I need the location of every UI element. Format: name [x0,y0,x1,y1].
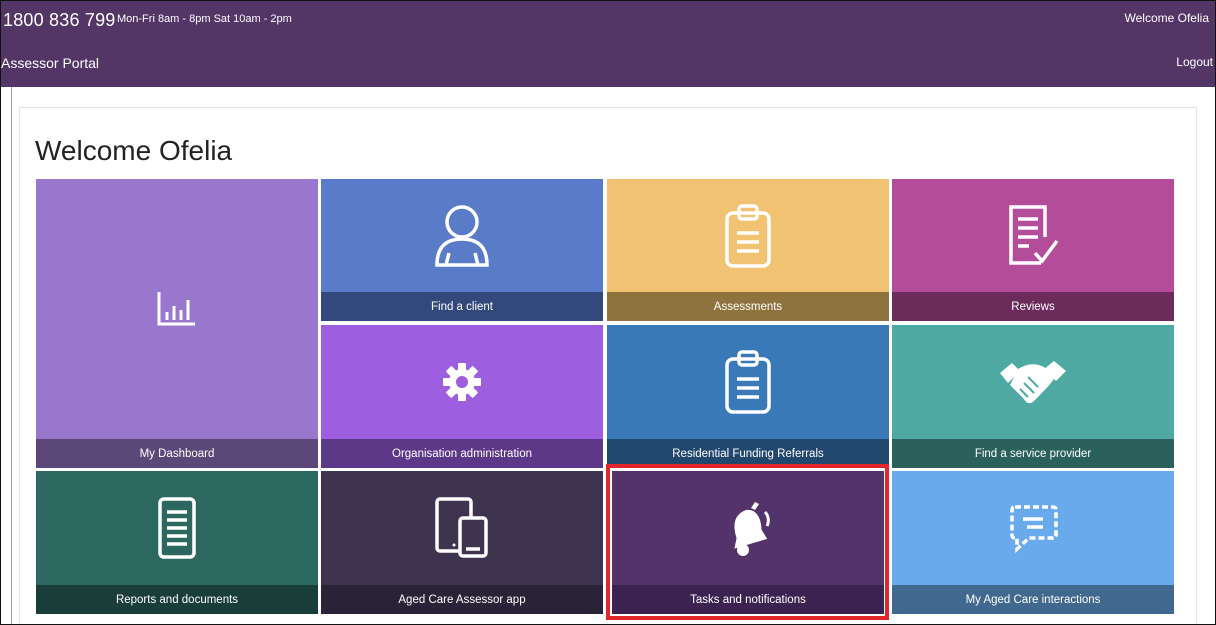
tile-label: Reviews [892,292,1174,321]
tile-label: Residential Funding Referrals [607,439,889,468]
tile-aged-care-assessor-app[interactable]: Aged Care Assessor app [321,471,603,614]
chat-bubble-icon [892,471,1174,585]
tile-organisation-administration[interactable]: Organisation administration [321,325,603,468]
tile-label: Aged Care Assessor app [321,585,603,614]
devices-icon [321,471,603,585]
logout-link[interactable]: Logout [1176,55,1213,69]
tile-find-a-service-provider[interactable]: Find a service provider [892,325,1174,468]
person-icon [321,179,603,292]
tile-label: Reports and documents [36,585,318,614]
tile-label: Find a client [321,292,603,321]
left-border [11,87,12,624]
tile-label: Organisation administration [321,439,603,468]
bell-icon [612,471,884,585]
tile-my-dashboard[interactable]: My Dashboard [36,179,318,468]
tile-reviews[interactable]: Reviews [892,179,1174,321]
checklist-icon [892,179,1174,292]
top-bar: 1800 836 799 Mon-Fri 8am - 8pm Sat 10am … [1,1,1215,87]
clipboard-icon [607,179,889,292]
app-frame: 1800 836 799 Mon-Fri 8am - 8pm Sat 10am … [0,0,1216,625]
tile-label: My Aged Care interactions [892,585,1174,614]
phone-number[interactable]: 1800 836 799 [3,10,116,31]
tile-label: My Dashboard [36,439,318,468]
tile-tasks-and-notifications[interactable]: Tasks and notifications [612,471,884,614]
gear-icon [321,325,603,439]
tile-label: Find a service provider [892,439,1174,468]
tile-label: Tasks and notifications [612,585,884,614]
user-welcome: Welcome Ofelia [1124,11,1209,25]
handshake-icon [892,325,1174,439]
tile-my-aged-care-interactions[interactable]: My Aged Care interactions [892,471,1174,614]
tile-find-a-client[interactable]: Find a client [321,179,603,321]
portal-name[interactable]: Assessor Portal [1,55,99,71]
document-icon [36,471,318,585]
bar-chart-icon [36,179,318,439]
opening-hours: Mon-Fri 8am - 8pm Sat 10am - 2pm [117,13,292,25]
tile-label: Assessments [607,292,889,321]
tile-assessments[interactable]: Assessments [607,179,889,321]
clipboard-icon [607,325,889,439]
page-title: Welcome Ofelia [35,135,233,166]
tile-residential-funding-referrals[interactable]: Residential Funding Referrals [607,325,889,468]
tile-reports-and-documents[interactable]: Reports and documents [36,471,318,614]
